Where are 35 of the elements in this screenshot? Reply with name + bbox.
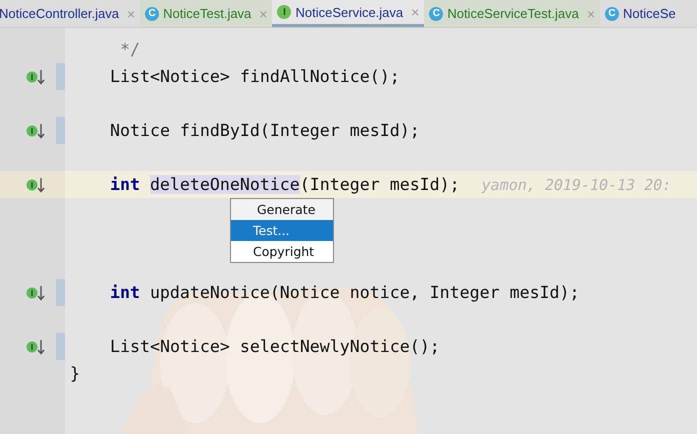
code-line: */ xyxy=(118,40,140,59)
editor-tab[interactable]: C NoticeServiceTest.java × xyxy=(424,0,600,27)
editor-tab[interactable]: C NoticeTest.java × xyxy=(140,0,272,27)
code-line: List<Notice> findAllNotice(); xyxy=(110,67,400,86)
code-line: int deleteOneNotice(Integer mesId); xyxy=(110,175,460,194)
change-marker xyxy=(56,279,65,306)
editor-tab[interactable]: I NoticeService.java × xyxy=(272,0,424,27)
implementation-icon[interactable] xyxy=(26,284,46,300)
implementation-icon[interactable] xyxy=(26,338,46,354)
change-marker xyxy=(56,333,65,360)
tab-label: NoticeController.java xyxy=(0,6,119,21)
menu-item[interactable]: Generate xyxy=(231,199,333,220)
tab-label: NoticeSe xyxy=(623,6,676,21)
menu-item[interactable]: Copyright xyxy=(231,241,333,262)
blame-annotation: yamon, 2019-10-13 20: xyxy=(482,176,672,194)
tab-label: NoticeService.java xyxy=(295,4,404,20)
change-marker xyxy=(56,63,65,90)
editor-tab[interactable]: C NoticeSe xyxy=(600,0,681,27)
class-icon: C xyxy=(429,6,444,20)
implementation-icon[interactable] xyxy=(26,176,46,192)
class-icon: I xyxy=(277,5,292,19)
code-line: int updateNotice(Notice notice, Integer mesId); xyxy=(110,283,580,302)
code-line: List<Notice> selectNewlyNotice(); xyxy=(110,337,440,356)
implementation-icon[interactable] xyxy=(26,68,46,84)
class-icon: C xyxy=(605,6,620,20)
editor-tab[interactable]: NoticeController.java × xyxy=(0,0,140,27)
implementation-icon[interactable] xyxy=(26,122,46,138)
class-icon: C xyxy=(145,6,160,20)
tab-label: NoticeServiceTest.java xyxy=(447,6,579,21)
close-icon[interactable]: × xyxy=(411,4,420,20)
tab-label: NoticeTest.java xyxy=(163,6,252,21)
code-line: Notice findById(Integer mesId); xyxy=(110,121,420,140)
change-marker xyxy=(56,117,65,144)
menu-item[interactable]: Test... xyxy=(231,220,333,241)
code-line: } xyxy=(70,364,80,383)
